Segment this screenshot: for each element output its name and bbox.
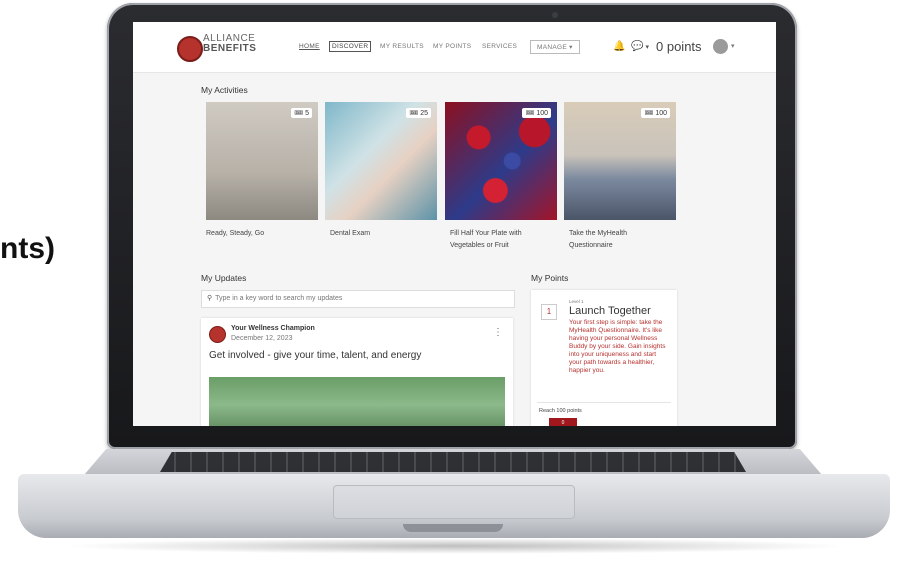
divider bbox=[537, 402, 671, 403]
level-description: Your first step is simple: take the MyHe… bbox=[569, 319, 666, 374]
laptop-front-notch bbox=[403, 524, 503, 532]
activity-card-ready-steady-go[interactable]: 🎟 5 bbox=[206, 102, 318, 220]
points-progress-bar: 0 bbox=[549, 418, 577, 426]
alliance-benefits-logo-icon[interactable] bbox=[177, 36, 203, 62]
brand-line-2: BENEFITS bbox=[203, 43, 257, 54]
nav-my-results[interactable]: MY RESULTS bbox=[380, 43, 424, 50]
nav-manage-dropdown[interactable]: MANAGE ▾ bbox=[530, 40, 580, 54]
chat-glyph: 💬 bbox=[631, 41, 644, 52]
activity-card-myhealth-questionnaire[interactable]: 🎟 100 bbox=[564, 102, 676, 220]
level-label: Level 1 bbox=[569, 299, 584, 304]
activity-card-dental-exam[interactable]: 🎟 25 bbox=[325, 102, 437, 220]
chevron-down-icon: ▾ bbox=[645, 44, 649, 51]
more-options-icon[interactable]: ⋮ bbox=[493, 327, 503, 338]
points-heading: My Points bbox=[531, 273, 569, 283]
laptop-shadow bbox=[60, 538, 850, 554]
nav-discover[interactable]: DISCOVER bbox=[329, 41, 372, 52]
top-navigation-bar: ALLIANCE BENEFITS HOME DISCOVER MY RESUL… bbox=[133, 22, 776, 73]
points-value: 5 bbox=[305, 110, 309, 117]
points-value: 100 bbox=[655, 110, 667, 117]
activity-label[interactable]: Ready, Steady, Go bbox=[206, 228, 324, 240]
activity-label[interactable]: Take the MyHealth Questionnaire bbox=[569, 228, 649, 252]
avatar bbox=[209, 326, 226, 343]
points-value: 100 bbox=[536, 110, 548, 117]
search-icon: ⚲ bbox=[207, 295, 213, 302]
points-badge: 🎟 100 bbox=[641, 108, 670, 118]
laptop-keyboard bbox=[160, 452, 746, 472]
bell-icon[interactable]: 🔔 bbox=[613, 41, 625, 52]
search-placeholder: Type in a key word to search my updates bbox=[215, 295, 343, 302]
post-date: December 12, 2023 bbox=[231, 335, 293, 342]
post-image bbox=[209, 377, 505, 426]
activity-label[interactable]: Fill Half Your Plate with Vegetables or … bbox=[450, 228, 550, 252]
updates-heading: My Updates bbox=[201, 273, 247, 283]
laptop-touchpad bbox=[333, 485, 575, 519]
laptop-screen: ALLIANCE BENEFITS HOME DISCOVER MY RESUL… bbox=[133, 22, 776, 426]
activity-card-fill-half-plate[interactable]: 🎟 100 bbox=[445, 102, 557, 220]
webcam bbox=[552, 12, 558, 18]
points-badge: 🎟 100 bbox=[522, 108, 551, 118]
reach-goal-text: Reach 100 points bbox=[539, 408, 582, 414]
nav-my-points[interactable]: MY POINTS bbox=[433, 43, 471, 50]
update-post-card[interactable]: Your Wellness Champion December 12, 2023… bbox=[201, 318, 513, 426]
activities-heading: My Activities bbox=[201, 85, 248, 95]
level-number: 1 bbox=[541, 304, 557, 320]
points-value: 25 bbox=[420, 110, 428, 117]
activity-label[interactable]: Dental Exam bbox=[330, 228, 448, 240]
points-badge: 🎟 25 bbox=[406, 108, 431, 118]
avatar[interactable] bbox=[713, 39, 728, 54]
points-total[interactable]: 0 points bbox=[656, 39, 702, 54]
slide-edge-text: nts) bbox=[0, 232, 55, 265]
nav-services[interactable]: SERVICES bbox=[482, 43, 517, 50]
chat-icon[interactable]: 💬 ▾ bbox=[631, 41, 649, 52]
post-author[interactable]: Your Wellness Champion bbox=[231, 325, 315, 332]
level-title: Launch Together bbox=[569, 305, 651, 317]
post-title[interactable]: Get involved - give your time, talent, a… bbox=[209, 350, 421, 361]
updates-search-input[interactable]: ⚲ Type in a key word to search my updates bbox=[201, 290, 515, 308]
points-panel: 1 Level 1 Launch Together Your first ste… bbox=[531, 290, 677, 426]
points-badge: 🎟 5 bbox=[291, 108, 312, 118]
nav-home[interactable]: HOME bbox=[299, 43, 320, 50]
chevron-down-icon[interactable]: ▾ bbox=[731, 42, 735, 50]
brand-name[interactable]: ALLIANCE BENEFITS bbox=[203, 34, 256, 54]
